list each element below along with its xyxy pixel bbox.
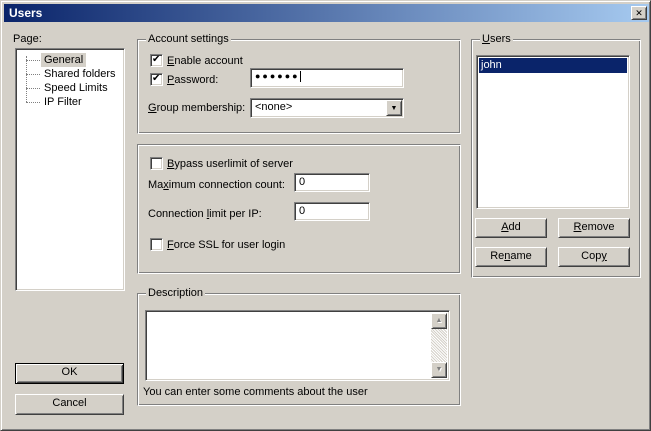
group-membership-value: <none>: [255, 101, 292, 113]
tree-connector: [26, 88, 40, 89]
page-item-label: IP Filter: [41, 95, 85, 109]
window-title: Users: [9, 6, 42, 20]
force-ssl-checkbox[interactable]: [150, 238, 163, 251]
close-icon: ✕: [635, 8, 643, 18]
page-item-shared-folders[interactable]: Shared folders: [16, 67, 124, 81]
description-textarea[interactable]: ▲ ▼: [145, 310, 450, 381]
enable-account-label: Enable account: [167, 55, 243, 68]
users-list[interactable]: john: [476, 55, 630, 209]
scroll-down-icon: ▼: [436, 366, 443, 373]
remove-button[interactable]: Remove: [558, 218, 630, 238]
add-button[interactable]: Add: [475, 218, 547, 238]
description-group-title: Description: [146, 287, 205, 300]
users-group: Users john Add Remove Rename Copy: [471, 39, 641, 278]
user-list-item[interactable]: john: [479, 58, 627, 73]
page-label: Page:: [13, 33, 42, 46]
close-button[interactable]: ✕: [631, 6, 647, 20]
page-item-label: Speed Limits: [41, 81, 111, 95]
page-item-speed-limits[interactable]: Speed Limits: [16, 81, 124, 95]
user-name: john: [481, 59, 502, 71]
enable-account-checkbox[interactable]: ✔: [150, 54, 163, 67]
page-item-ip-filter[interactable]: IP Filter: [16, 95, 124, 109]
copy-button[interactable]: Copy: [558, 247, 630, 267]
description-hint: You can enter some comments about the us…: [143, 386, 368, 399]
chevron-down-icon: ▼: [391, 105, 398, 112]
rename-button[interactable]: Rename: [475, 247, 547, 267]
group-membership-select[interactable]: <none> ▼: [250, 98, 404, 118]
connection-limit-per-ip-label: Connection limit per IP:: [148, 208, 262, 221]
cancel-button[interactable]: Cancel: [15, 394, 124, 415]
checkmark-icon: ✔: [152, 72, 160, 85]
tree-connector: [26, 60, 40, 61]
page-item-label: Shared folders: [41, 67, 119, 81]
users-group-title: Users: [480, 33, 513, 46]
bypass-userlimit-checkbox[interactable]: [150, 157, 163, 170]
account-settings-group: Account settings ✔ Enable account ✔ Pass…: [137, 39, 461, 134]
max-connection-count-value: 0: [299, 176, 305, 188]
scroll-up-button[interactable]: ▲: [431, 313, 447, 329]
password-checkbox[interactable]: ✔: [150, 73, 163, 86]
password-input[interactable]: ●●●●●●: [250, 68, 404, 88]
description-group: Description ▲ ▼ You can enter some comme…: [137, 293, 461, 406]
group-membership-label: Group membership:: [148, 102, 245, 115]
description-scrollbar[interactable]: ▲ ▼: [431, 313, 447, 378]
page-item-general[interactable]: General: [16, 53, 124, 67]
page-list[interactable]: General Shared folders Speed Limits IP F…: [15, 48, 125, 291]
password-dots: ●●●●●●: [255, 71, 300, 81]
ok-button[interactable]: OK: [15, 363, 124, 384]
force-ssl-label: Force SSL for user login: [167, 239, 285, 252]
max-connection-count-input[interactable]: 0: [294, 173, 370, 192]
max-connection-count-label: Maximum connection count:: [148, 179, 285, 192]
scroll-up-icon: ▲: [436, 317, 443, 324]
title-bar[interactable]: Users ✕: [4, 4, 649, 22]
page-item-label: General: [41, 53, 86, 67]
account-settings-group-title: Account settings: [146, 33, 231, 46]
users-dialog: Users ✕ Page: General Shared folders Spe…: [0, 0, 651, 431]
checkmark-icon: ✔: [152, 53, 160, 66]
scroll-down-button[interactable]: ▼: [431, 362, 447, 378]
bypass-userlimit-label: Bypass userlimit of server: [167, 158, 293, 171]
connection-limits-group: Bypass userlimit of server Maximum conne…: [137, 144, 461, 274]
password-label: Password:: [167, 74, 218, 87]
connection-limit-per-ip-value: 0: [299, 205, 305, 217]
tree-connector: [26, 74, 40, 75]
dropdown-button[interactable]: ▼: [386, 100, 402, 116]
tree-connector: [26, 102, 40, 103]
connection-limit-per-ip-input[interactable]: 0: [294, 202, 370, 221]
